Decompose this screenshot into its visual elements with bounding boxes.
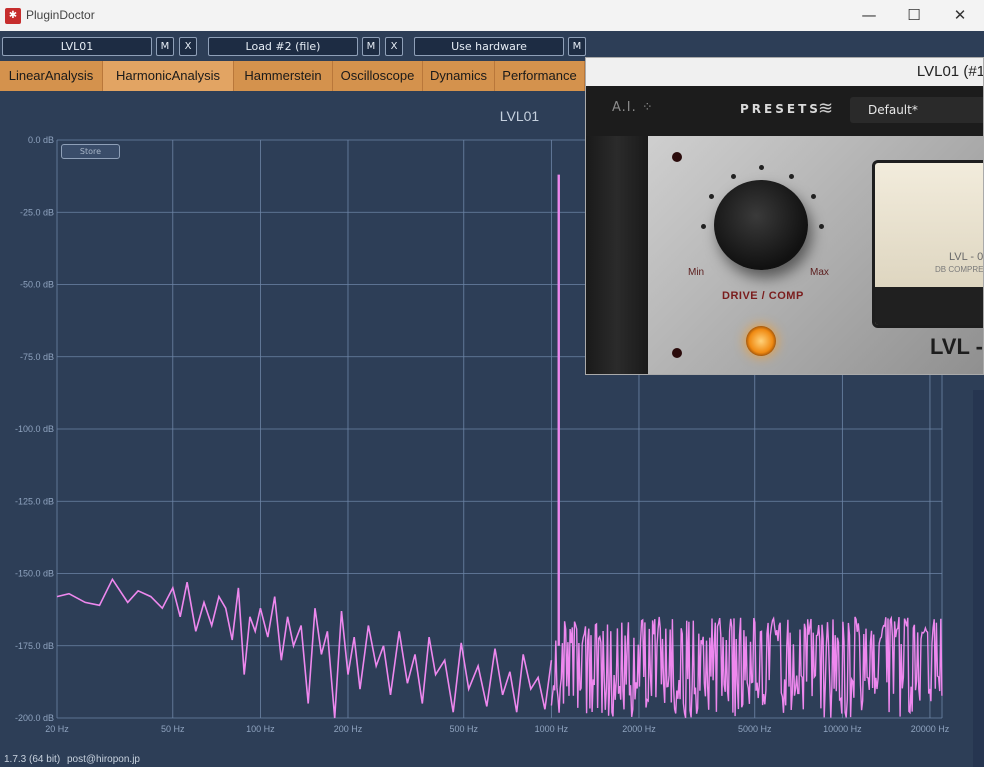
y-tick-label: -25.0 dB <box>20 207 54 217</box>
window-titlebar: ✱ PluginDoctor — ☐ ✕ <box>0 0 984 31</box>
vu-sub-text: DB COMPRE <box>935 265 984 274</box>
y-tick-label: -125.0 dB <box>15 496 54 506</box>
drive-comp-label: DRIVE / COMP <box>722 290 804 302</box>
tab-linear-analysis[interactable]: LinearAnalysis <box>0 61 103 91</box>
maximize-button[interactable]: ☐ <box>891 0 937 31</box>
plugin-window[interactable]: LVL01 (#1 A.I. ⁘ PRESETS ≋ Default* Min … <box>585 57 984 375</box>
screw-icon <box>672 348 682 358</box>
hardware-mute-button[interactable]: M <box>568 37 586 56</box>
preset-select[interactable]: Default* <box>850 97 983 123</box>
slot2-mute-button[interactable]: M <box>362 37 380 56</box>
chart-title: LVL01 <box>500 108 540 124</box>
ai-network-icon: ⁘ <box>641 100 654 115</box>
x-tick-label: 20000 Hz <box>911 724 950 734</box>
power-led <box>746 326 776 356</box>
knob-scale-dot <box>731 174 736 179</box>
ai-text: A.I. <box>612 100 637 115</box>
presets-menu-icon[interactable]: ≋ <box>818 98 833 119</box>
rack-ear <box>586 136 648 374</box>
version-label: 1.7.3 (64 bit) <box>4 754 61 765</box>
y-tick-label: -150.0 dB <box>15 569 54 579</box>
plugin-window-title: LVL01 (#1 <box>586 58 983 86</box>
slot2-plugin-select[interactable]: Load #2 (file) <box>208 37 358 56</box>
vu-meter: LVL - 0 DB COMPRE <box>872 160 984 328</box>
y-tick-label: -50.0 dB <box>20 280 54 290</box>
store-button[interactable]: Store <box>61 144 120 159</box>
plugin-body: Min Max DRIVE / COMP LVL - 0 DB COMPRE L… <box>586 136 984 374</box>
knob-scale-dot <box>709 194 714 199</box>
vu-lower-panel <box>875 287 983 325</box>
y-tick-label: 0.0 dB <box>28 135 54 145</box>
tab-harmonic-analysis[interactable]: HarmonicAnalysis <box>103 61 234 91</box>
knob-scale-dot <box>811 194 816 199</box>
noise-floor <box>550 615 943 719</box>
window-title: PluginDoctor <box>26 8 95 22</box>
tab-hammerstein[interactable]: Hammerstein <box>234 61 333 91</box>
knob-scale-dot <box>759 165 764 170</box>
presets-label: PRESETS <box>740 102 821 116</box>
y-tick-label: -200.0 dB <box>15 713 54 723</box>
status-bar: 1.7.3 (64 bit) post@hiropon.jp <box>0 751 984 767</box>
spectrum-line <box>56 577 553 719</box>
hardware-select[interactable]: Use hardware <box>414 37 564 56</box>
minimize-button[interactable]: — <box>846 0 892 31</box>
x-tick-label: 100 Hz <box>246 724 275 734</box>
y-tick-label: -100.0 dB <box>15 424 54 434</box>
plugin-faceplate: Min Max DRIVE / COMP LVL - 0 DB COMPRE L… <box>648 136 984 374</box>
y-tick-label: -175.0 dB <box>15 641 54 651</box>
x-tick-label: 1000 Hz <box>535 724 569 734</box>
slot1-mute-button[interactable]: M <box>156 37 174 56</box>
tab-performance[interactable]: Performance <box>495 61 585 91</box>
x-tick-label: 5000 Hz <box>738 724 772 734</box>
y-tick-label: -75.0 dB <box>20 352 54 362</box>
x-tick-label: 200 Hz <box>334 724 363 734</box>
x-tick-label: 500 Hz <box>450 724 479 734</box>
knob-max-label: Max <box>810 267 829 278</box>
drive-comp-knob[interactable] <box>714 180 808 270</box>
tab-dynamics[interactable]: Dynamics <box>423 61 495 91</box>
knob-scale-dot <box>819 224 824 229</box>
x-tick-label: 50 Hz <box>161 724 185 734</box>
slot2-close-button[interactable]: X <box>385 37 403 56</box>
app-logo-icon: ✱ <box>5 8 21 24</box>
knob-scale-dot <box>789 174 794 179</box>
x-tick-label: 20 Hz <box>45 724 69 734</box>
vu-brand-text: LVL - 0 <box>949 251 984 263</box>
knob-scale-dot <box>701 224 706 229</box>
vertical-scrollbar[interactable] <box>973 390 984 767</box>
ai-label[interactable]: A.I. ⁘ <box>612 100 654 115</box>
slot1-plugin-select[interactable]: LVL01 <box>2 37 152 56</box>
plugin-brand: LVL - <box>930 334 983 359</box>
screw-icon <box>672 152 682 162</box>
x-tick-label: 10000 Hz <box>823 724 862 734</box>
knob-min-label: Min <box>688 267 705 278</box>
close-button[interactable]: ✕ <box>937 0 983 31</box>
contact-email: post@hiropon.jp <box>67 754 140 765</box>
x-tick-label: 2000 Hz <box>622 724 656 734</box>
tab-oscilloscope[interactable]: Oscilloscope <box>333 61 423 91</box>
slot1-close-button[interactable]: X <box>179 37 197 56</box>
